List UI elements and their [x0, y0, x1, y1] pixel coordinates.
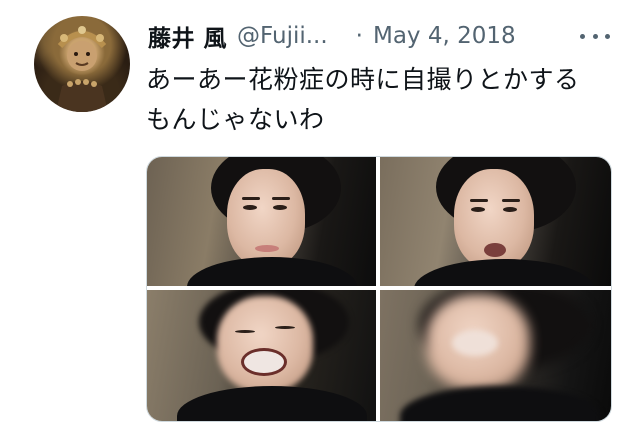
- tweet[interactable]: 藤井 風 @Fujii... · May 4, 2018 あーあー花粉症の時に自…: [0, 0, 640, 438]
- tweet-text: あーあー花粉症の時に自撮りとかする もんじゃないわ: [146, 60, 616, 140]
- more-horizontal-icon[interactable]: [580, 22, 610, 50]
- tweet-text-line: あーあー花粉症の時に自撮りとかする: [146, 65, 580, 94]
- more-dot: [605, 33, 610, 39]
- media-grid: [146, 156, 612, 422]
- photo-1[interactable]: [147, 157, 376, 286]
- tweet-date[interactable]: May 4, 2018: [373, 23, 516, 49]
- avatar[interactable]: [34, 16, 130, 112]
- more-dot: [580, 33, 585, 39]
- photo-3[interactable]: [147, 290, 376, 421]
- photo-2[interactable]: [380, 157, 611, 286]
- tweet-text-line: もんじゃないわ: [146, 105, 325, 134]
- header-separator: ·: [355, 23, 363, 49]
- user-handle[interactable]: @Fujii...: [237, 23, 328, 49]
- avatar-image: [56, 26, 108, 112]
- more-dot: [592, 33, 598, 39]
- tweet-header: 藤井 風 @Fujii... · May 4, 2018: [148, 18, 610, 54]
- display-name[interactable]: 藤井 風: [148, 19, 227, 53]
- photo-4[interactable]: [380, 290, 611, 421]
